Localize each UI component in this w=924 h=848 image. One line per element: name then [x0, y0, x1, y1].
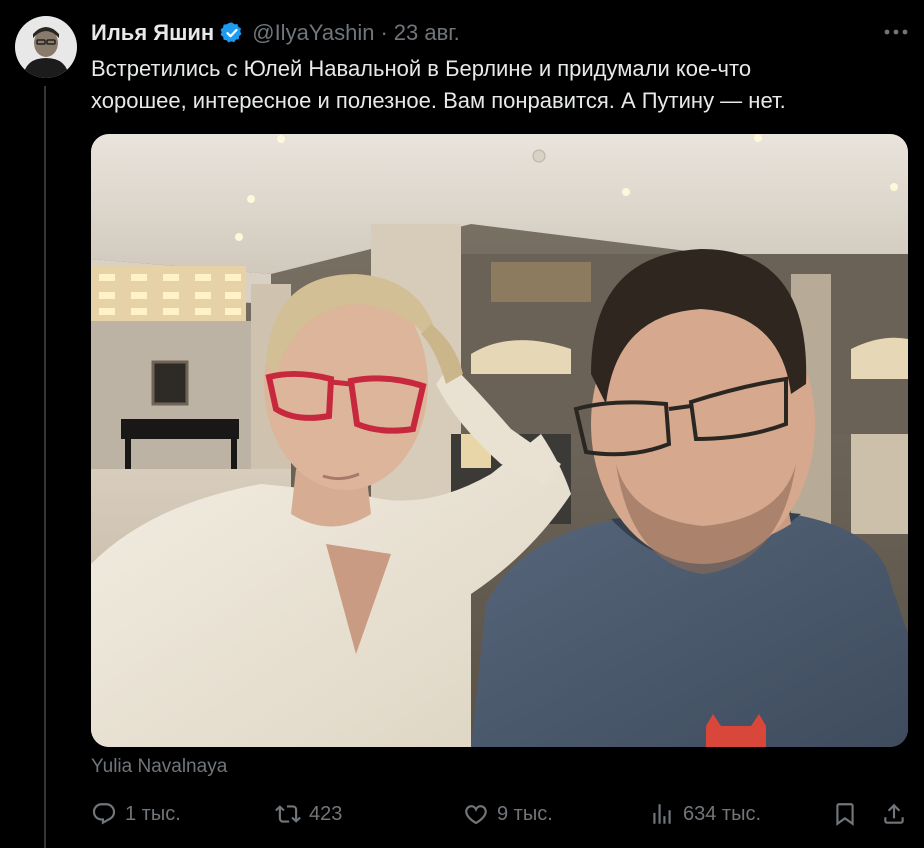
verified-badge-icon	[220, 21, 244, 45]
share-button[interactable]	[881, 796, 907, 832]
reply-count: 1 тыс.	[125, 802, 181, 825]
thread-line	[44, 86, 46, 848]
views-chart-icon	[653, 804, 671, 824]
views-count: 634 тыс.	[683, 802, 762, 825]
avatar[interactable]	[15, 16, 77, 78]
tagged-user-link[interactable]: Yulia Navalnaya	[91, 756, 227, 778]
reply-button[interactable]: 1 тыс.	[91, 796, 181, 832]
separator-dot: ·	[380, 20, 388, 45]
more-horizontal-icon	[884, 29, 908, 35]
more-options-button[interactable]	[882, 20, 910, 44]
share-icon	[884, 803, 904, 824]
tweet-photo[interactable]	[91, 134, 908, 747]
tweet-text: Встретились с Юлей Навальной в Берлине и…	[91, 56, 786, 113]
tweet-header: Илья Яшин @IlyaYashin · 23 авг.	[91, 18, 460, 48]
bookmark-button[interactable]	[832, 796, 858, 832]
heart-icon	[465, 805, 487, 825]
tweet-timestamp[interactable]: 23 авг.	[394, 20, 460, 46]
retweet-button[interactable]: 423	[275, 796, 342, 832]
views-button[interactable]: 634 тыс.	[649, 796, 761, 832]
bookmark-icon	[836, 803, 854, 826]
author-display-name[interactable]: Илья Яшин	[91, 20, 214, 46]
retweet-icon	[275, 805, 301, 823]
like-button[interactable]: 9 тыс.	[463, 796, 553, 832]
reply-icon	[92, 803, 116, 825]
author-handle[interactable]: @IlyaYashin	[252, 20, 374, 46]
like-count: 9 тыс.	[497, 802, 553, 825]
selfie-photo-illustration	[91, 134, 908, 747]
retweet-count: 423	[309, 802, 343, 825]
avatar-image	[15, 16, 77, 78]
tweet-actions: 1 тыс. 423 9 тыс. 634 тыс.	[91, 796, 908, 832]
